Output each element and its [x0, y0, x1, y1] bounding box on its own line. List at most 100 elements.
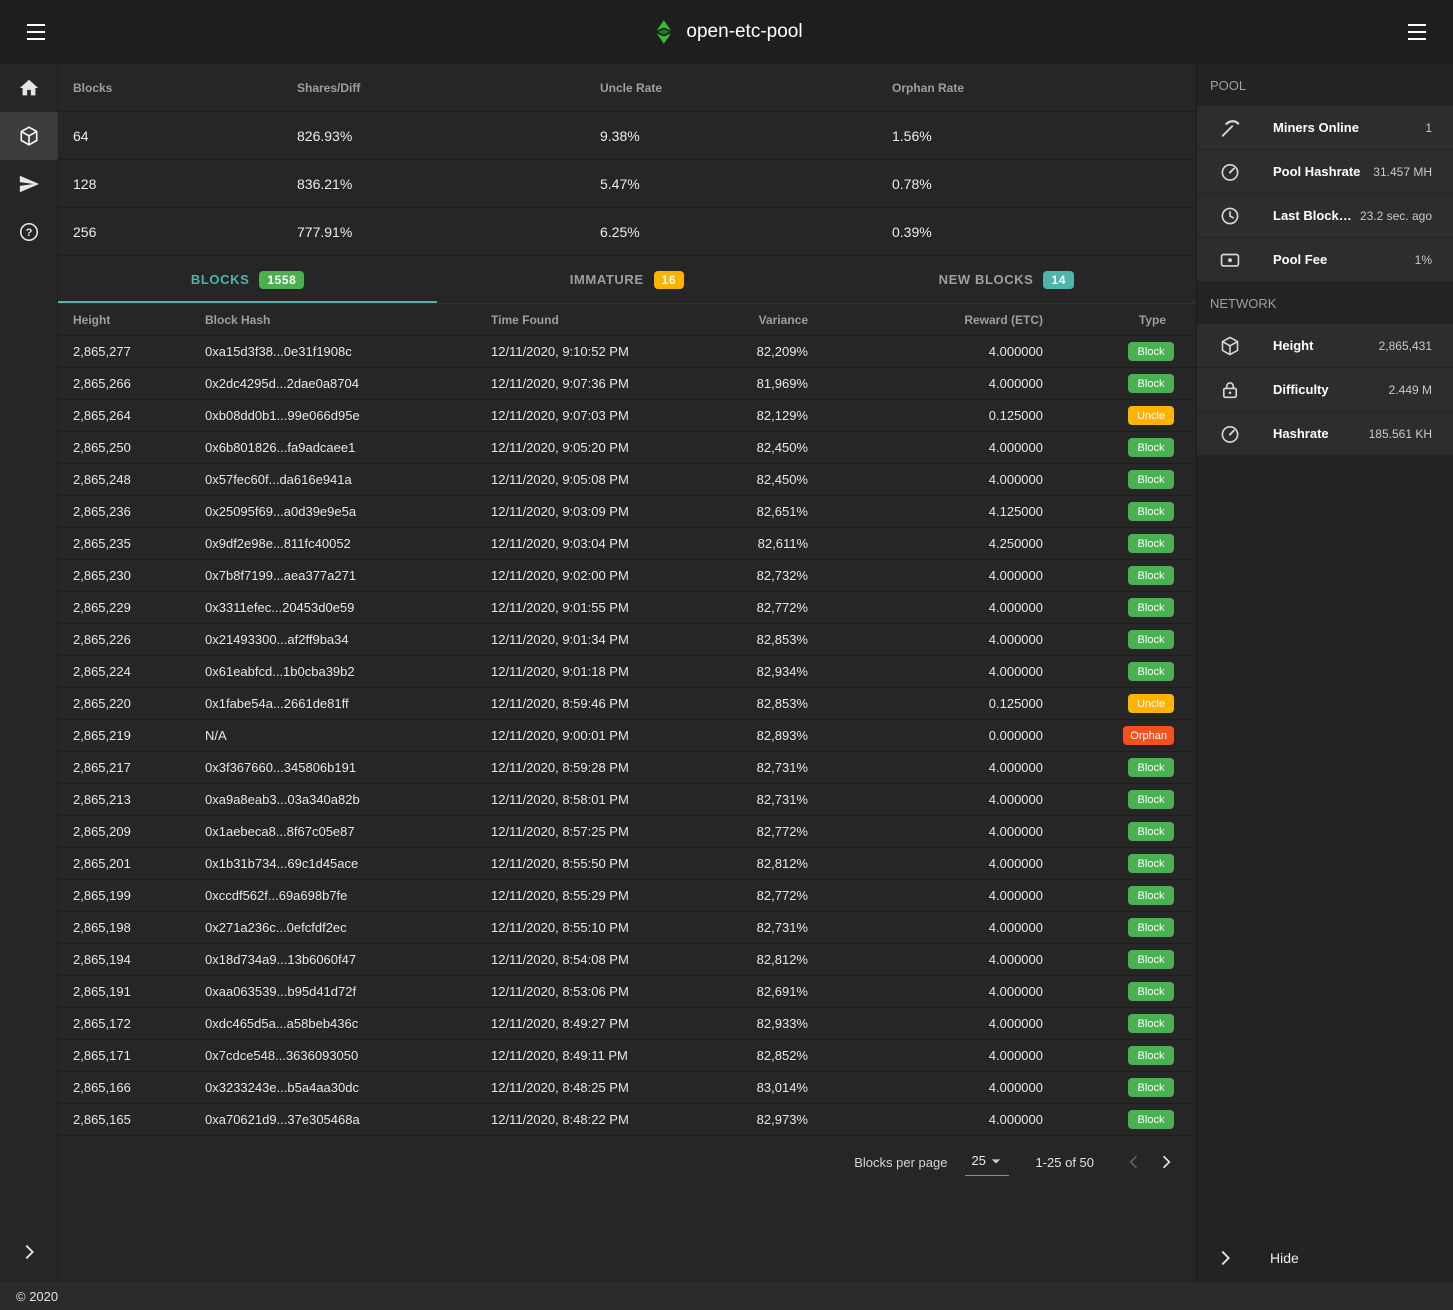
cell-time-found: 12/11/2020, 9:01:18 PM	[491, 664, 719, 679]
cell-reward: 4.000000	[808, 600, 1043, 615]
cell-block-hash: 0x1b31b734...69c1d45ace	[205, 856, 491, 871]
header-type: Type	[1043, 313, 1196, 327]
stats-header-shares-diff: Shares/Diff	[297, 81, 600, 95]
cell-block-hash: 0x7cdce548...3636093050	[205, 1048, 491, 1063]
cell-variance: 82,732%	[719, 568, 808, 583]
type-badge: Block	[1128, 822, 1174, 841]
tab-label: IMMATURE	[570, 272, 644, 287]
menu-button[interactable]	[14, 10, 58, 54]
cell-reward: 4.000000	[808, 1016, 1043, 1031]
clock-icon	[1218, 204, 1242, 228]
cell-variance: 82,852%	[719, 1048, 808, 1063]
nav-home[interactable]	[0, 64, 58, 112]
table-row: 2,865,224 0x61eabfcd...1b0cba39b2 12/11/…	[58, 656, 1196, 688]
cell-type: Block	[1043, 886, 1196, 905]
stats-cell-orphan-rate: 1.56%	[892, 128, 1196, 144]
table-row: 2,865,250 0x6b801826...fa9adcaee1 12/11/…	[58, 432, 1196, 464]
stat-value: 31.457 MH	[1373, 165, 1432, 179]
tab-label: NEW BLOCKS	[939, 272, 1034, 287]
per-page-value: 25	[971, 1153, 985, 1168]
cell-variance: 82,933%	[719, 1016, 808, 1031]
cell-block-hash: N/A	[205, 728, 491, 743]
nav-blocks[interactable]	[0, 112, 58, 160]
type-badge: Block	[1128, 854, 1174, 873]
chevron-left-icon	[1124, 1152, 1144, 1172]
cell-reward: 4.000000	[808, 632, 1043, 647]
cell-block-hash: 0x271a236c...0efcfdf2ec	[205, 920, 491, 935]
blocks-per-page-select[interactable]: 25	[965, 1149, 1009, 1176]
cell-height: 2,865,250	[58, 440, 205, 455]
stat-label: Miners Online	[1273, 120, 1425, 135]
cell-type: Block	[1043, 822, 1196, 841]
tab-new-blocks[interactable]: NEW BLOCKS 14	[817, 256, 1196, 303]
cell-variance: 82,853%	[719, 696, 808, 711]
blocks-table: Height Block Hash Time Found Variance Re…	[58, 304, 1196, 1136]
cell-time-found: 12/11/2020, 8:57:25 PM	[491, 824, 719, 839]
stat-item: Miners Online 1	[1197, 106, 1453, 150]
cell-type: Block	[1043, 1014, 1196, 1033]
stats-cell-orphan-rate: 0.39%	[892, 224, 1196, 240]
cell-height: 2,865,248	[58, 472, 205, 487]
stats-row: 128 836.21% 5.47% 0.78%	[58, 160, 1196, 208]
type-badge: Block	[1128, 982, 1174, 1001]
cell-variance: 82,209%	[719, 344, 808, 359]
type-badge: Block	[1128, 534, 1174, 553]
chevron-right-icon	[1214, 1247, 1236, 1269]
cell-type: Block	[1043, 630, 1196, 649]
cell-reward: 4.000000	[808, 440, 1043, 455]
stats-header-blocks: Blocks	[58, 81, 297, 95]
pool-section-header: POOL	[1197, 64, 1453, 106]
cell-time-found: 12/11/2020, 8:49:11 PM	[491, 1048, 719, 1063]
prev-page-button[interactable]	[1118, 1146, 1150, 1178]
type-badge: Block	[1128, 502, 1174, 521]
stat-item: Height 2,865,431	[1197, 324, 1453, 368]
network-section: Height 2,865,431 Difficulty 2.449 M Hash…	[1197, 324, 1453, 456]
cell-time-found: 12/11/2020, 8:53:06 PM	[491, 984, 719, 999]
cell-variance: 81,969%	[719, 376, 808, 391]
cell-block-hash: 0x3f367660...345806b191	[205, 760, 491, 775]
table-row: 2,865,165 0xa70621d9...37e305468a 12/11/…	[58, 1104, 1196, 1136]
stat-value: 2.449 M	[1389, 383, 1432, 397]
sidebar-collapse-button[interactable]: Hide	[1197, 1234, 1453, 1282]
cell-type: Block	[1043, 374, 1196, 393]
nav-help[interactable]: ?	[0, 208, 58, 256]
tab-blocks[interactable]: BLOCKS 1558	[58, 256, 437, 303]
cell-reward: 4.000000	[808, 824, 1043, 839]
svg-text:?: ?	[26, 227, 33, 239]
left-nav-expand-button[interactable]	[0, 1228, 58, 1276]
tab-immature[interactable]: IMMATURE 16	[437, 256, 816, 303]
right-menu-button[interactable]	[1395, 10, 1439, 54]
cell-variance: 82,772%	[719, 600, 808, 615]
nav-payments[interactable]	[0, 160, 58, 208]
next-page-button[interactable]	[1150, 1146, 1182, 1178]
hide-label: Hide	[1270, 1250, 1299, 1266]
blocks-table-header: Height Block Hash Time Found Variance Re…	[58, 304, 1196, 336]
cell-type: Block	[1043, 598, 1196, 617]
cell-variance: 82,772%	[719, 888, 808, 903]
cell-reward: 0.125000	[808, 408, 1043, 423]
cell-block-hash: 0xa9a8eab3...03a340a82b	[205, 792, 491, 807]
type-badge: Block	[1128, 342, 1174, 361]
menu-icon	[1408, 24, 1426, 40]
stat-item: Pool Hashrate 31.457 MH	[1197, 150, 1453, 194]
main-content: Blocks Shares/Diff Uncle Rate Orphan Rat…	[58, 64, 1196, 1282]
cell-reward: 0.000000	[808, 728, 1043, 743]
cell-time-found: 12/11/2020, 9:01:55 PM	[491, 600, 719, 615]
type-badge: Uncle	[1128, 406, 1174, 425]
table-row: 2,865,229 0x3311efec...20453d0e59 12/11/…	[58, 592, 1196, 624]
stat-item: Last Block Found 23.2 sec. ago	[1197, 194, 1453, 238]
table-row: 2,865,219 N/A 12/11/2020, 9:00:01 PM 82,…	[58, 720, 1196, 752]
cube-icon	[18, 125, 40, 147]
stats-cell-uncle-rate: 5.47%	[600, 176, 892, 192]
etc-logo-icon	[650, 19, 676, 45]
cell-block-hash: 0x3311efec...20453d0e59	[205, 600, 491, 615]
stat-item: Hashrate 185.561 KH	[1197, 412, 1453, 456]
cell-time-found: 12/11/2020, 9:10:52 PM	[491, 344, 719, 359]
cell-block-hash: 0xa15d3f38...0e31f1908c	[205, 344, 491, 359]
cell-block-hash: 0x9df2e98e...811fc40052	[205, 536, 491, 551]
cell-type: Block	[1043, 758, 1196, 777]
cell-reward: 4.000000	[808, 920, 1043, 935]
cell-variance: 82,731%	[719, 760, 808, 775]
cell-time-found: 12/11/2020, 9:05:20 PM	[491, 440, 719, 455]
cell-type: Block	[1043, 662, 1196, 681]
